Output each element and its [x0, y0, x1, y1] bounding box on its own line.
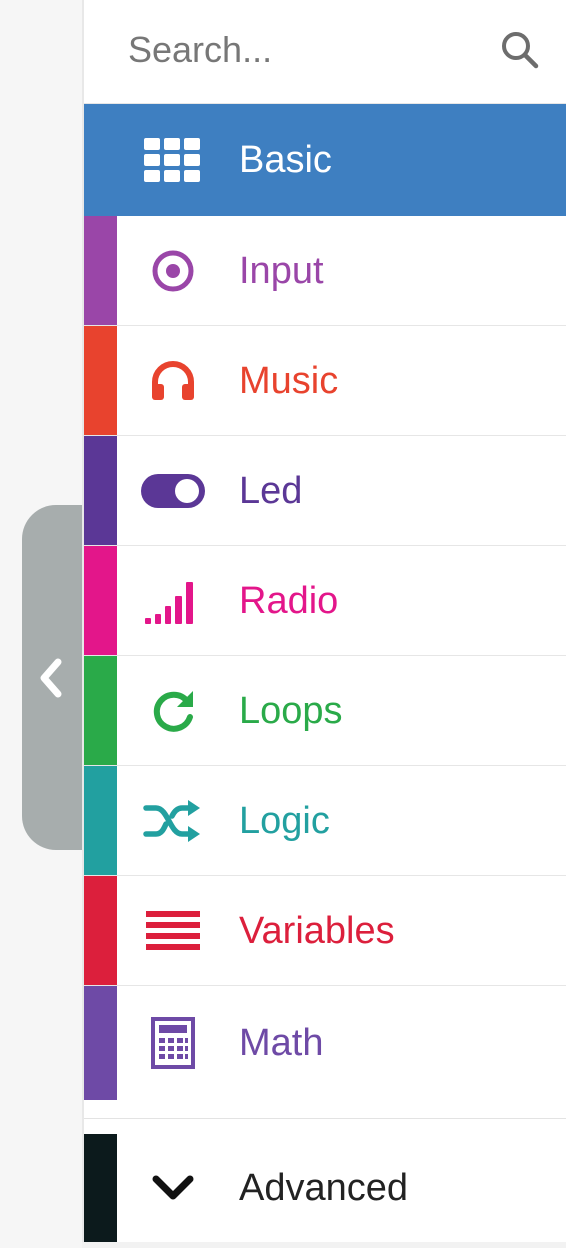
- category-led[interactable]: Led: [84, 436, 566, 546]
- chevron-down-icon: [140, 1162, 206, 1214]
- category-basic[interactable]: Basic: [84, 104, 566, 216]
- toggle-icon: [140, 465, 206, 517]
- category-label: Input: [239, 249, 324, 292]
- divider: [84, 1118, 566, 1119]
- category-color-bar: [84, 216, 117, 325]
- search-bar: [84, 0, 566, 104]
- category-advanced[interactable]: Advanced: [84, 1134, 566, 1242]
- category-label: Logic: [239, 799, 330, 842]
- category-music[interactable]: Music: [84, 326, 566, 436]
- search-icon[interactable]: [498, 28, 542, 72]
- category-label: Music: [239, 359, 339, 402]
- grid-icon: [140, 134, 206, 186]
- target-icon: [140, 245, 206, 297]
- category-logic[interactable]: Logic: [84, 766, 566, 876]
- signal-bars-icon: [140, 575, 206, 627]
- toolbox: Basic Input Music: [82, 0, 566, 1242]
- headphones-icon: [140, 355, 206, 407]
- category-color-bar: [84, 986, 117, 1100]
- category-label: Variables: [239, 909, 395, 952]
- category-color-bar: [84, 326, 117, 435]
- category-label: Radio: [239, 579, 339, 622]
- category-label: Loops: [239, 689, 343, 732]
- category-radio[interactable]: Radio: [84, 546, 566, 656]
- refresh-icon: [140, 685, 206, 737]
- category-color-bar: [84, 656, 117, 765]
- category-math[interactable]: Math: [84, 986, 566, 1100]
- calculator-icon: [140, 1017, 206, 1069]
- shuffle-icon: [140, 795, 206, 847]
- category-label: Led: [239, 469, 303, 512]
- category-variables[interactable]: Variables: [84, 876, 566, 986]
- category-color-bar: [84, 766, 117, 875]
- category-color-bar: [84, 546, 117, 655]
- category-label: Math: [239, 1022, 324, 1064]
- category-color-bar: [84, 1134, 117, 1242]
- category-label: Advanced: [239, 1167, 409, 1209]
- category-color-bar: [84, 436, 117, 545]
- list-lines-icon: [140, 905, 206, 957]
- category-loops[interactable]: Loops: [84, 656, 566, 766]
- chevron-left-icon: [40, 658, 62, 697]
- toolbox-separator: [84, 1100, 566, 1134]
- category-input[interactable]: Input: [84, 216, 566, 326]
- search-input[interactable]: [84, 0, 474, 100]
- category-color-bar: [84, 876, 117, 985]
- category-label: Basic: [239, 139, 332, 181]
